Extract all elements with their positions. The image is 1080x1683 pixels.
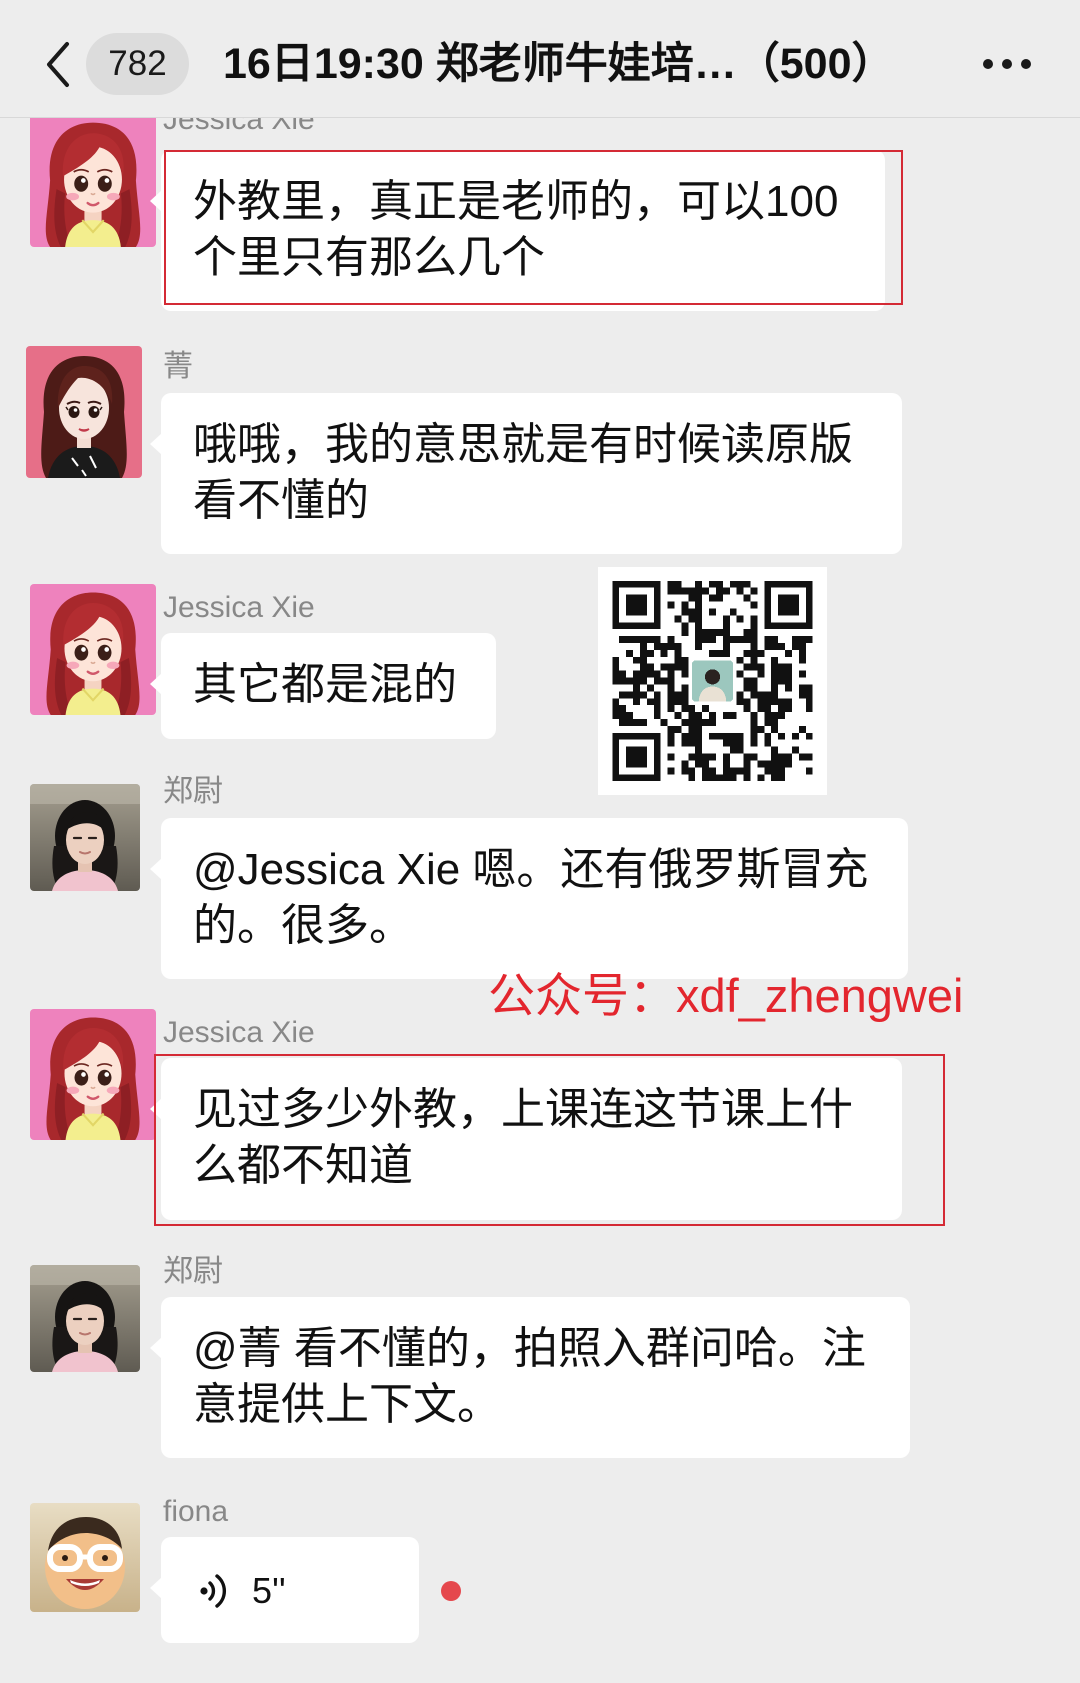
chat-header: 782 16日19:30 郑老师牛娃培…（500） — [0, 0, 1080, 118]
message-bubble[interactable]: @菁 看不懂的，拍照入群问哈。注 意提供上下文。 — [150, 1297, 910, 1458]
qr-finder-pattern — [778, 594, 799, 616]
message-bubble[interactable]: 其它都是混的 — [150, 633, 496, 739]
message-text-line: 见过多少外教，上课连这节课上什 — [193, 1085, 853, 1134]
sender-name: 郑尉 — [163, 775, 223, 808]
message-bubble[interactable]: 哦哦，我的意思就是有时候读原版 看不懂的 — [150, 393, 902, 554]
avatar[interactable] — [30, 1265, 140, 1372]
avatar-image — [30, 1009, 156, 1140]
avatar[interactable] — [26, 346, 142, 478]
message-text-line: 外教里，真正是老师的，可以100 — [193, 177, 839, 226]
avatar[interactable] — [30, 1009, 156, 1140]
more-dots-icon — [983, 59, 1031, 69]
avatar-image — [30, 1265, 140, 1372]
back-button[interactable]: 782 — [30, 30, 192, 98]
message-text-line: @Jessica Xie 嗯。还有俄罗斯冒充 — [193, 845, 869, 894]
chevron-left-icon — [47, 42, 69, 87]
sender-name: fiona — [163, 1495, 229, 1528]
watermark-text: 公众号：xdf_zhengwei — [488, 969, 964, 1022]
message-text-line: 的。很多。 — [193, 901, 413, 950]
sender-name: Jessica Xie — [163, 1016, 315, 1049]
sender-name: 郑尉 — [163, 1255, 223, 1288]
more-button[interactable] — [978, 40, 1038, 88]
qr-finder-pattern — [626, 746, 647, 768]
avatar-image — [30, 584, 156, 715]
qr-finder-pattern — [626, 594, 647, 616]
qr-code-image — [598, 567, 827, 795]
message-text-line: @菁 看不懂的，拍照入群问哈。注 — [193, 1324, 866, 1373]
voice-wave-icon — [200, 1574, 227, 1608]
sender-name: 菁 — [163, 350, 193, 383]
chat-title: 16日19:30 郑老师牛娃培…（500） — [223, 40, 895, 88]
avatar-image — [30, 1503, 140, 1612]
voice-duration: 5'' — [252, 1570, 286, 1611]
message-text-line: 哦哦，我的意思就是有时候读原版 — [193, 420, 853, 469]
unread-dot — [441, 1581, 461, 1601]
avatar-image — [30, 784, 140, 891]
message-bubble[interactable]: 外教里，真正是老师的，可以100 个里只有那么几个 — [150, 150, 885, 311]
avatar-image — [26, 346, 142, 478]
message-text-line: 看不懂的 — [193, 476, 369, 525]
avatar[interactable] — [30, 1503, 140, 1612]
message-text-line: 么都不知道 — [193, 1141, 413, 1190]
message-bubble[interactable]: @Jessica Xie 嗯。还有俄罗斯冒充 的。很多。 — [150, 818, 908, 979]
avatar-image — [30, 114, 156, 247]
voice-message-bubble[interactable]: 5'' — [150, 1537, 419, 1643]
avatar[interactable] — [30, 784, 140, 891]
qr-code-graphic — [612, 580, 813, 782]
message-text-line: 意提供上下文。 — [193, 1380, 501, 1429]
avatar[interactable] — [30, 584, 156, 715]
message-list[interactable]: Jessica Xie 外教里，真正是老师的，可以100 个里只有那么几个 菁 … — [0, 0, 1080, 1683]
message-text-line: 个里只有那么几个 — [193, 233, 545, 282]
avatar[interactable] — [30, 114, 156, 247]
sender-name: Jessica Xie — [163, 591, 315, 624]
message-bubble[interactable]: 见过多少外教，上课连这节课上什 么都不知道 — [150, 1058, 902, 1220]
message-text-line: 其它都是混的 — [193, 660, 457, 709]
unread-count-badge: 782 — [86, 33, 189, 95]
